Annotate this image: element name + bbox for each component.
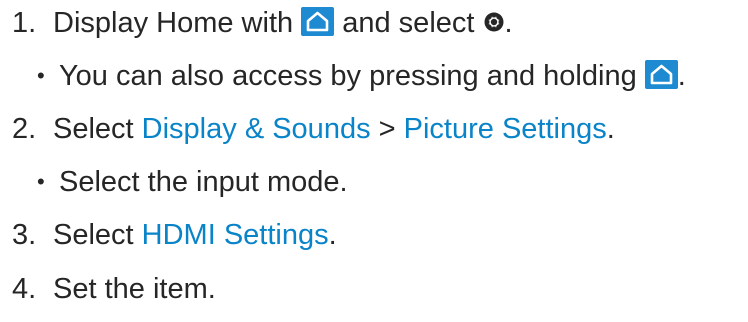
- hdmi-settings-link[interactable]: HDMI Settings: [142, 219, 329, 251]
- step-text-part: and select: [334, 7, 483, 39]
- breadcrumb-separator: >: [370, 113, 404, 145]
- step-number: 4.: [12, 273, 37, 305]
- step-number: 2.: [12, 113, 37, 145]
- note-text: Select the input mode.: [59, 166, 348, 198]
- step-text: Set the item.: [53, 273, 216, 305]
- home-icon: [301, 6, 335, 36]
- step-text: Select HDMI Settings.: [53, 215, 337, 255]
- gear-icon: [483, 11, 505, 33]
- bullet: •: [37, 63, 45, 88]
- step-text: Select Display & Sounds > Picture Settin…: [53, 109, 615, 149]
- picture-settings-link[interactable]: Picture Settings: [404, 113, 607, 145]
- step-number: 1.: [12, 7, 37, 39]
- step-text: Display Home with and select .: [53, 3, 513, 43]
- bullet: •: [37, 169, 45, 194]
- step-number: 3.: [12, 219, 37, 251]
- step-text-part: Display Home with: [53, 7, 302, 39]
- step-text-part: .: [504, 7, 513, 39]
- step-text-part: .: [606, 113, 615, 145]
- step-text-part: Select: [53, 113, 142, 145]
- step-text-part: .: [328, 219, 337, 251]
- display-sounds-link[interactable]: Display & Sounds: [142, 113, 371, 145]
- note-text-part: .: [677, 60, 686, 92]
- home-icon: [644, 59, 678, 89]
- note-text: You can also access by pressing and hold…: [59, 56, 686, 96]
- step-text-part: Select: [53, 219, 142, 251]
- note-text-part: You can also access by pressing and hold…: [59, 60, 645, 92]
